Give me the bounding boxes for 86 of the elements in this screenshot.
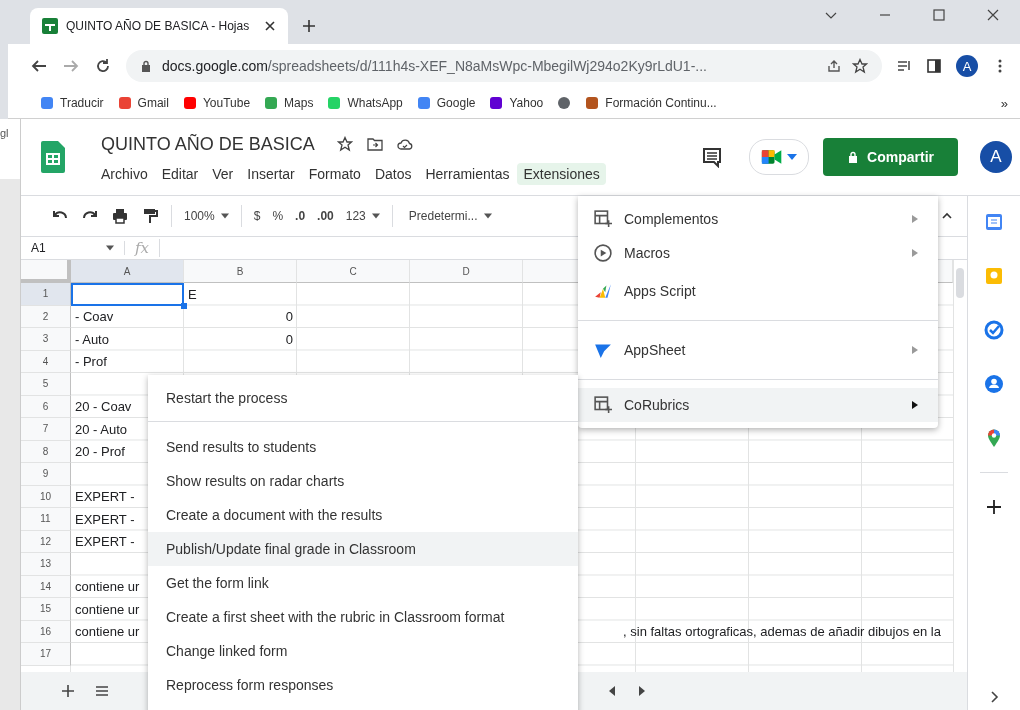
bookmark[interactable]: YouTube xyxy=(182,96,251,110)
profile-avatar[interactable]: A xyxy=(956,55,978,77)
menu-item[interactable]: Datos xyxy=(368,162,418,185)
row-header[interactable]: 5 xyxy=(21,373,71,396)
row-header[interactable]: 1 xyxy=(21,283,71,306)
row-header[interactable]: 8 xyxy=(21,440,71,463)
row-header[interactable]: 7 xyxy=(21,418,71,441)
table-cell-text: , sin faltas ortograficas, ademas de añadir dibujos en la xyxy=(622,623,942,642)
url-text: docs.google.com/spreadsheets/d/111h4s-XEF_N8aMsWpc-MbegilWj294o2Ky9rLdU1-... xyxy=(162,58,708,74)
row-header[interactable]: 2 xyxy=(21,305,71,328)
menu-item[interactable]: Complementos xyxy=(578,202,938,236)
cell-text: - Auto xyxy=(75,331,109,347)
menu-item[interactable]: Create a document with the results xyxy=(148,498,578,532)
menu-item[interactable]: Change linked form xyxy=(148,634,578,668)
document-title[interactable]: QUINTO AÑO DE BASICA xyxy=(101,133,315,155)
row-header[interactable]: 9 xyxy=(21,463,71,486)
row-header[interactable]: 10 xyxy=(21,485,71,508)
background-window-text: gl xyxy=(0,126,10,139)
row-header[interactable]: 4 xyxy=(21,350,71,373)
more-bookmarks-button[interactable]: » xyxy=(1000,95,1008,111)
menu-item[interactable]: CoRubrics xyxy=(578,388,938,422)
cell-text: contiene ur xyxy=(75,579,140,595)
cell-text: EXPERT - xyxy=(75,534,135,550)
row-header[interactable]: 12 xyxy=(21,530,71,553)
cell-text: contiene ur xyxy=(75,601,140,617)
menu-item[interactable]: Show results on radar charts xyxy=(148,464,578,498)
bookmark[interactable]: Gmail xyxy=(117,96,169,110)
increase-decimals-button[interactable]: .00 xyxy=(317,209,334,223)
menu-item[interactable]: AppSheet xyxy=(578,329,938,380)
row-header[interactable]: 15 xyxy=(21,598,71,621)
menu-item[interactable]: Publish/Update final grade in Classroom xyxy=(148,532,578,566)
menu-item[interactable]: Formato xyxy=(302,162,367,185)
menu-item[interactable]: Reprocess form responses xyxy=(148,668,578,702)
menu-item[interactable]: Send results to students xyxy=(148,430,578,464)
cell-text: 20 - Prof xyxy=(75,444,125,460)
row-header[interactable]: 6 xyxy=(21,395,71,418)
bookmark[interactable]: Yahoo xyxy=(489,96,544,110)
row-header[interactable]: 3 xyxy=(21,328,71,351)
menu-item[interactable]: Ver xyxy=(206,162,240,185)
menu-item[interactable]: Get the form link xyxy=(148,566,578,600)
currency-format-button[interactable]: $ xyxy=(253,209,261,223)
cell-text: - Prof xyxy=(75,354,107,370)
browser-tab[interactable]: QUINTO AÑO DE BASICA - Hojas xyxy=(30,8,288,44)
menu-item[interactable]: Restart the process xyxy=(148,381,578,422)
cell-text: EXPERT - xyxy=(75,489,135,505)
bookmark[interactable]: Traducir xyxy=(40,96,104,110)
tab-title: QUINTO AÑO DE BASICA - Hojas xyxy=(66,19,251,33)
table-cell-text: E xyxy=(187,285,198,304)
name-box[interactable]: A1 xyxy=(21,241,125,255)
column-header[interactable]: B xyxy=(184,260,297,283)
table-cell-text: 0 xyxy=(284,308,294,327)
formula-label: fx xyxy=(125,239,160,257)
bookmark[interactable]: Maps xyxy=(264,96,314,110)
percent-format-button[interactable]: % xyxy=(272,209,284,223)
menu-item[interactable]: Insertar xyxy=(241,162,301,185)
cell-text: 20 - Coav xyxy=(75,399,132,415)
column-header[interactable]: C xyxy=(297,260,410,283)
zoom-dropdown[interactable]: 100% xyxy=(184,209,229,223)
share-button[interactable]: Compartir xyxy=(823,138,958,176)
more-formats-dropdown[interactable]: 123 xyxy=(345,209,380,223)
row-header[interactable]: 17 xyxy=(21,643,71,666)
row-header[interactable]: 14 xyxy=(21,575,71,598)
menu-item[interactable]: Apps Script xyxy=(578,270,938,321)
table-cell-text: 0 xyxy=(284,330,294,349)
row-header[interactable]: 13 xyxy=(21,553,71,576)
bookmark[interactable]: WhatsApp xyxy=(327,96,403,110)
menu-item[interactable]: Extensiones xyxy=(517,162,606,185)
account-avatar[interactable]: A xyxy=(980,141,1012,173)
bookmark[interactable]: Google xyxy=(416,96,476,110)
cell-text: contiene ur xyxy=(75,624,140,640)
decrease-decimals-button[interactable]: .0 xyxy=(295,209,306,223)
column-header[interactable]: A xyxy=(71,260,184,283)
menu-item[interactable]: Editar xyxy=(155,162,205,185)
row-header[interactable]: 16 xyxy=(21,620,71,643)
bookmark[interactable]: Formación Continu... xyxy=(585,96,717,110)
cell-text: EXPERT - xyxy=(75,511,135,527)
menu-item[interactable]: Macros xyxy=(578,236,938,270)
menu-item[interactable]: Herramientas xyxy=(419,162,516,185)
menu-item[interactable]: Create a first sheet with the rubric in Classroom format xyxy=(148,600,578,634)
cell-text: 20 - Auto xyxy=(75,421,128,437)
menu-item[interactable]: Archivo xyxy=(95,162,154,185)
font-dropdown[interactable]: Predetermi... xyxy=(408,209,492,223)
address-bar[interactable]: docs.google.com/spreadsheets/d/111h4s-XEF_N8aMsWpc-MbegilWj294o2Ky9rLdU1-... xyxy=(126,50,882,82)
row-header[interactable]: 11 xyxy=(21,508,71,531)
column-header[interactable]: D xyxy=(410,260,523,283)
cell-text: - Coav xyxy=(75,309,114,325)
